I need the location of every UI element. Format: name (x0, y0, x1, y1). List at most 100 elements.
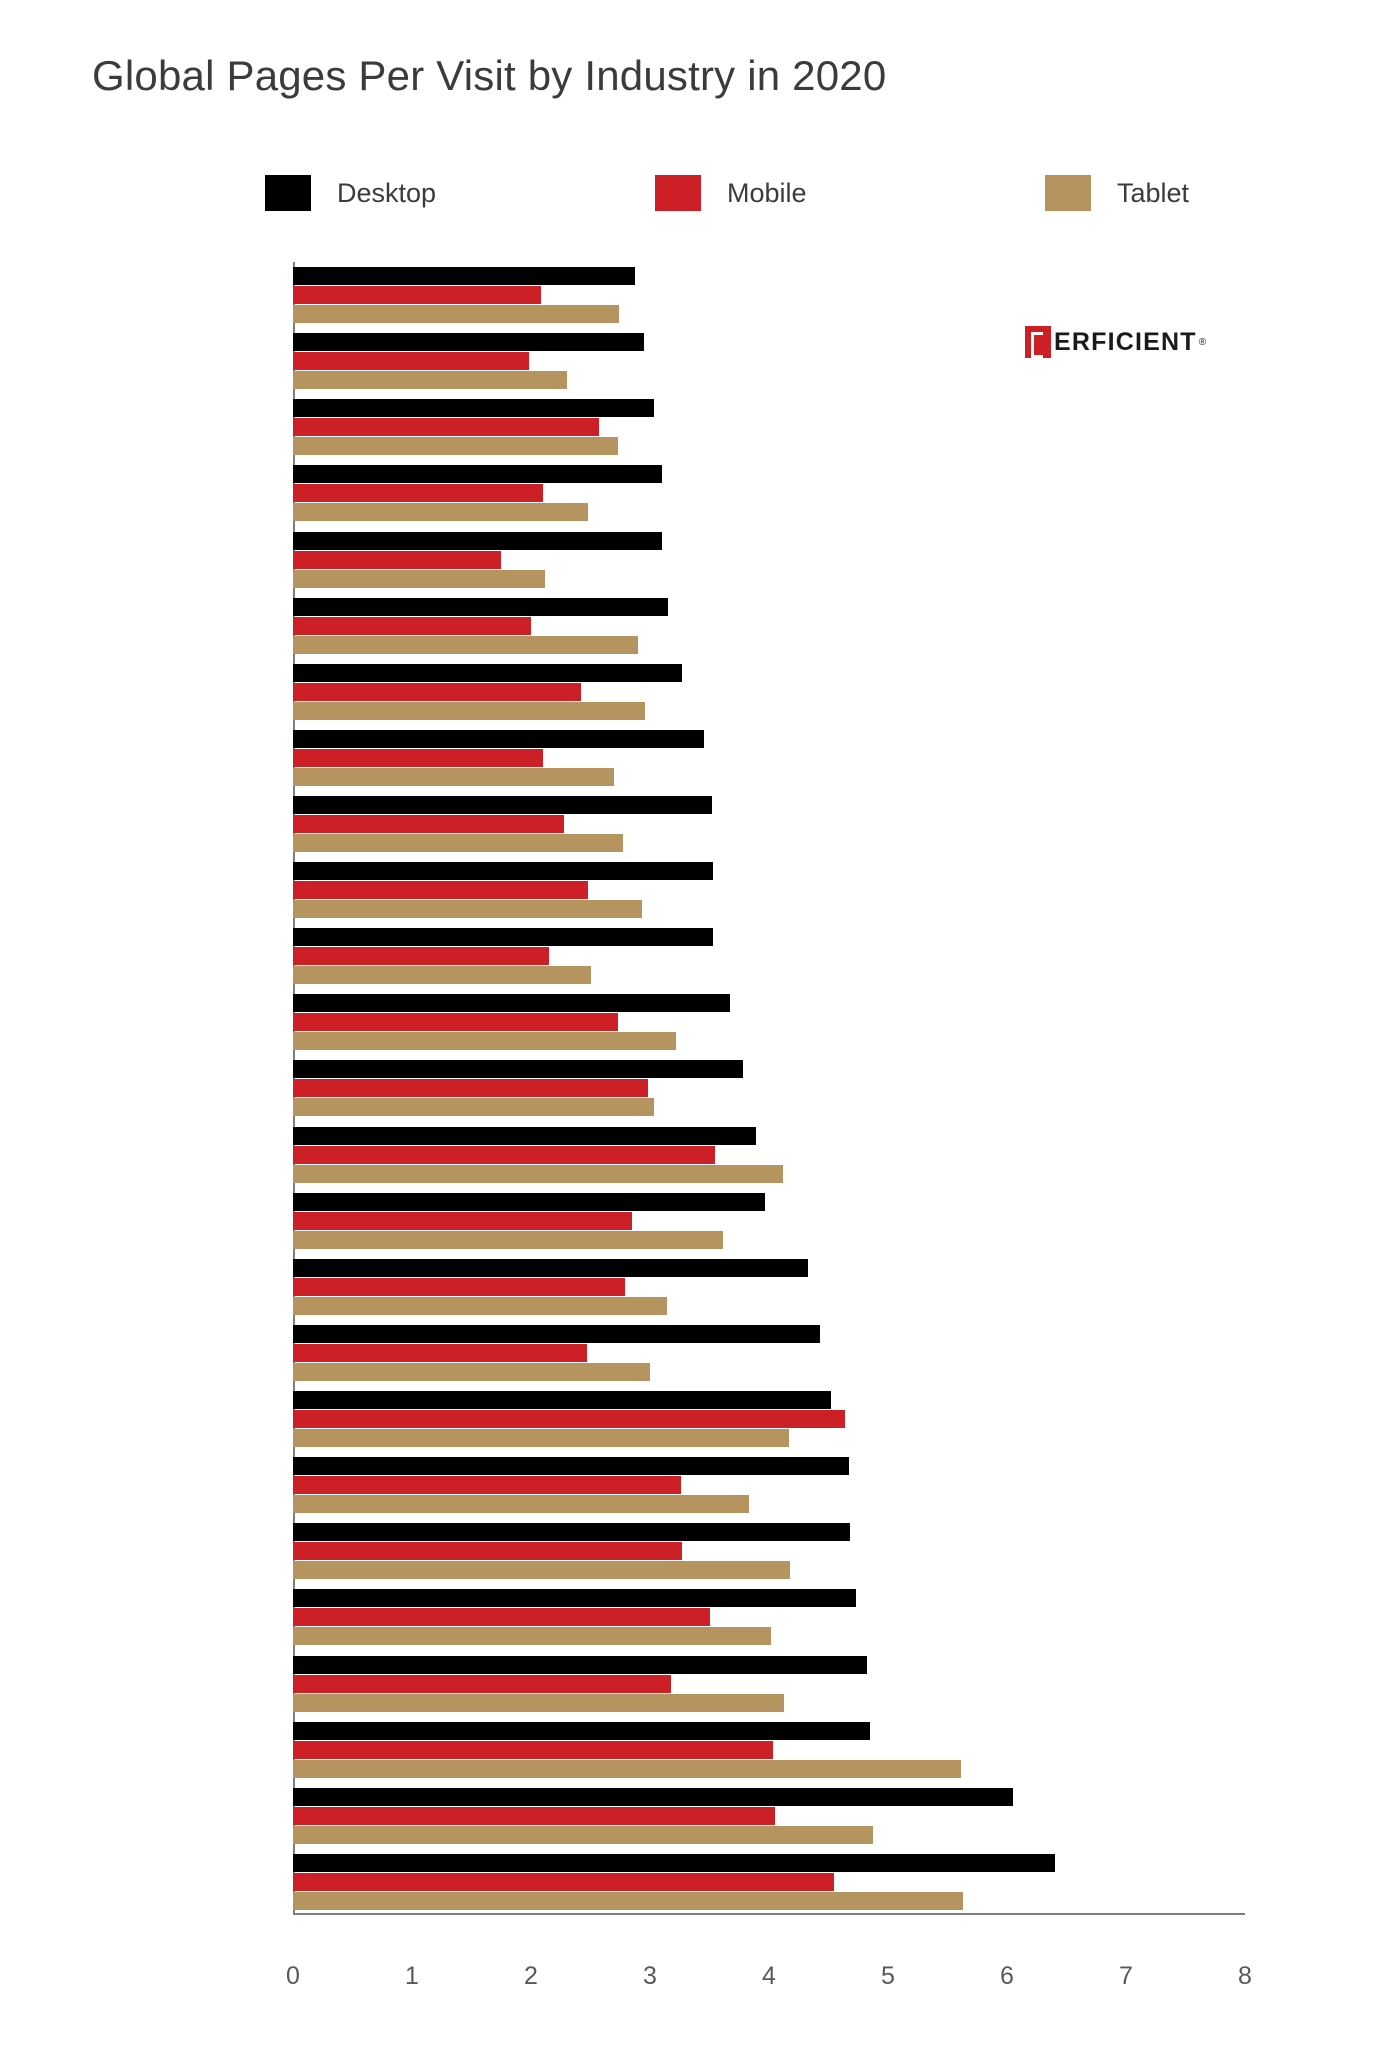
bar-mobile[interactable] (293, 815, 565, 833)
x-axis-tick-label: 3 (643, 1962, 657, 1990)
bar-tablet[interactable] (293, 569, 546, 588)
bar-tablet[interactable] (293, 1693, 785, 1712)
bar-mobile[interactable] (293, 1872, 835, 1891)
bar-desktop[interactable] (293, 1258, 809, 1277)
chart-plot-area: ScienceLaw & GovernmentComputers & Elect… (0, 0, 1400, 2050)
bar-mobile[interactable] (293, 1674, 672, 1693)
x-axis: 0 1 2 3 4 5 6 7 8 (286, 1962, 1252, 2002)
bar-tablet[interactable] (293, 966, 591, 985)
bar-tablet[interactable] (293, 701, 646, 720)
bar-desktop[interactable] (293, 1391, 831, 1410)
bar-mobile[interactable] (293, 1806, 775, 1825)
bar-desktop[interactable] (293, 1126, 756, 1145)
bar-mobile[interactable] (293, 1410, 846, 1429)
bar-mobile[interactable] (293, 1740, 773, 1759)
bar-desktop[interactable] (293, 1787, 1013, 1806)
bar-group: Jobs & Education (0, 1188, 1400, 1254)
bar-tablet[interactable] (293, 767, 615, 786)
bar-desktop[interactable] (293, 1853, 1055, 1872)
bar-tablet[interactable] (293, 1627, 772, 1646)
x-axis-tick-label: 6 (1000, 1962, 1014, 1990)
bar-mobile[interactable] (293, 1277, 625, 1296)
bar-desktop[interactable] (293, 1721, 871, 1740)
bar-tablet[interactable] (293, 503, 589, 522)
bar-tablet[interactable] (293, 635, 639, 654)
bar-mobile[interactable] (293, 484, 543, 503)
bar-desktop[interactable] (293, 1655, 867, 1674)
bar-group: Arts & Entertainment (0, 923, 1400, 989)
bar-tablet[interactable] (293, 371, 567, 390)
bar-desktop[interactable] (293, 1192, 766, 1211)
bar-mobile[interactable] (293, 1343, 587, 1362)
bar-group: Business & Industry (0, 659, 1400, 725)
bar-desktop[interactable] (293, 994, 730, 1013)
bar-group: News (0, 526, 1400, 592)
bar-mobile[interactable] (293, 286, 541, 305)
bar-desktop[interactable] (293, 597, 668, 616)
bar-tablet[interactable] (293, 1561, 791, 1580)
bar-desktop[interactable] (293, 1324, 821, 1343)
bar-mobile[interactable] (293, 352, 529, 371)
bar-mobile[interactable] (293, 1013, 618, 1032)
bar-tablet[interactable] (293, 1362, 650, 1381)
bar-group: Reference (0, 593, 1400, 659)
bar-desktop[interactable] (293, 1523, 850, 1542)
bar-tablet[interactable] (293, 1296, 667, 1315)
bar-desktop[interactable] (293, 663, 683, 682)
bar-mobile[interactable] (293, 1542, 683, 1561)
bar-group: Law & Government (0, 328, 1400, 394)
bar-group: Games (0, 1122, 1400, 1188)
bar-tablet[interactable] (293, 1098, 654, 1117)
bar-desktop[interactable] (293, 796, 712, 814)
bar-tablet[interactable] (293, 1495, 749, 1514)
bar-group: Internet & Telecom (0, 791, 1400, 857)
bar-group: Travel & Transportation (0, 989, 1400, 1055)
bar-mobile[interactable] (293, 418, 599, 437)
bar-group: Pets & Animals (0, 1254, 1400, 1320)
bar-desktop[interactable] (293, 267, 635, 286)
bar-mobile[interactable] (293, 1079, 648, 1098)
x-axis-tick-label: 1 (405, 1962, 419, 1990)
bar-tablet[interactable] (293, 305, 620, 324)
bar-tablet[interactable] (293, 1429, 790, 1448)
bar-tablet[interactable] (293, 1759, 961, 1778)
x-axis-tick-label: 5 (881, 1962, 895, 1990)
bar-desktop[interactable] (293, 1457, 849, 1476)
bar-tablet[interactable] (293, 1825, 873, 1844)
bar-tablet[interactable] (293, 1164, 784, 1183)
bar-desktop[interactable] (293, 465, 662, 484)
bar-group: Auto & Vehicles (0, 1518, 1400, 1584)
bar-mobile[interactable] (293, 1211, 633, 1230)
bar-group: People & Society (0, 460, 1400, 526)
bar-mobile[interactable] (293, 1145, 716, 1164)
bar-mobile[interactable] (293, 1476, 681, 1495)
bar-tablet[interactable] (293, 1891, 963, 1910)
bar-desktop[interactable] (293, 928, 714, 947)
bar-group: Sports (0, 1320, 1400, 1386)
bar-desktop[interactable] (293, 862, 714, 881)
x-axis-tick-label: 2 (524, 1962, 538, 1990)
bar-group: Food & Drink (0, 725, 1400, 791)
bar-tablet[interactable] (293, 834, 623, 852)
bar-tablet[interactable] (293, 1032, 677, 1051)
bar-group: Books & Literature (0, 1717, 1400, 1783)
bar-tablet[interactable] (293, 900, 642, 919)
bar-desktop[interactable] (293, 399, 654, 418)
bar-mobile[interactable] (293, 947, 549, 966)
bar-desktop[interactable] (293, 1589, 856, 1608)
bar-mobile[interactable] (293, 616, 531, 635)
x-axis-tick-label: 7 (1119, 1962, 1133, 1990)
bar-desktop[interactable] (293, 1060, 743, 1079)
bar-group: Hobbies & Leisure (0, 1651, 1400, 1717)
bar-desktop[interactable] (293, 729, 704, 748)
bar-tablet[interactable] (293, 1230, 723, 1249)
bar-mobile[interactable] (293, 1608, 710, 1627)
bar-tablet[interactable] (293, 437, 618, 456)
bar-desktop[interactable] (293, 333, 645, 352)
bar-mobile[interactable] (293, 682, 581, 701)
bar-mobile[interactable] (293, 748, 543, 767)
bar-mobile[interactable] (293, 881, 589, 900)
bar-mobile[interactable] (293, 550, 502, 569)
x-axis-tick-label: 4 (762, 1962, 776, 1990)
bar-desktop[interactable] (293, 531, 662, 550)
